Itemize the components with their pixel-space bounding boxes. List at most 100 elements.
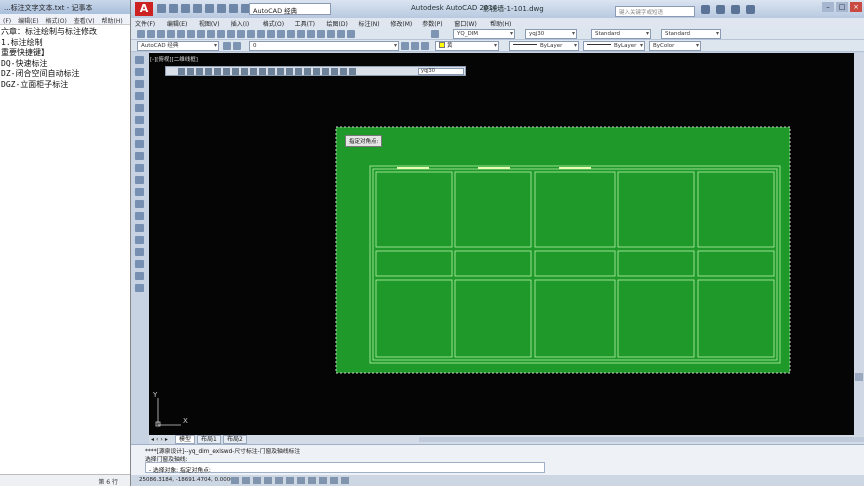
menu-file[interactable]: 文件(F) bbox=[135, 19, 165, 28]
menu-modify[interactable]: 修改(M) bbox=[390, 19, 420, 28]
region-icon[interactable] bbox=[135, 248, 144, 256]
menu-insert[interactable]: 插入(I) bbox=[231, 19, 261, 28]
menu-help[interactable]: 帮助(H) bbox=[490, 19, 511, 28]
ortho-icon[interactable] bbox=[264, 477, 272, 484]
undo-icon[interactable] bbox=[217, 4, 226, 13]
paste-icon[interactable] bbox=[217, 30, 225, 38]
workspace-select[interactable]: AutoCAD 经典 bbox=[249, 3, 331, 15]
copy-icon[interactable] bbox=[207, 30, 215, 38]
cut-icon[interactable] bbox=[197, 30, 205, 38]
ellipse-arc-icon[interactable] bbox=[135, 176, 144, 184]
close-button[interactable]: × bbox=[850, 2, 862, 12]
new-icon[interactable] bbox=[157, 4, 166, 13]
mtext-icon[interactable] bbox=[135, 272, 144, 280]
vertical-scrollbar[interactable] bbox=[854, 53, 864, 435]
layer-manager-icon[interactable] bbox=[233, 42, 241, 50]
lwt-icon[interactable] bbox=[341, 477, 349, 484]
tab-model[interactable]: 模型 bbox=[175, 435, 196, 444]
ellipse-icon[interactable] bbox=[135, 164, 144, 172]
3d-osnap-icon[interactable] bbox=[297, 477, 305, 484]
infer-icon[interactable] bbox=[231, 477, 239, 484]
publish-icon[interactable] bbox=[187, 30, 195, 38]
horizontal-scrollbar[interactable] bbox=[419, 437, 864, 442]
otrack-icon[interactable] bbox=[308, 477, 316, 484]
snap-icon[interactable] bbox=[242, 477, 250, 484]
spline-icon[interactable] bbox=[135, 152, 144, 160]
tablestyle-select[interactable]: Standard bbox=[591, 29, 651, 39]
tab-layout2[interactable]: 布局2 bbox=[223, 435, 247, 444]
tab-layout1[interactable]: 布局1 bbox=[197, 435, 221, 444]
search-icon[interactable] bbox=[701, 5, 710, 14]
plotstyle-select[interactable]: ByColor bbox=[649, 41, 701, 51]
insert-block-icon[interactable] bbox=[135, 188, 144, 196]
workspace-select-2[interactable]: AutoCAD 经典 bbox=[137, 41, 219, 51]
polyline-icon[interactable] bbox=[135, 80, 144, 88]
linetype-select[interactable]: ByLayer bbox=[509, 41, 579, 51]
notepad-menu-file[interactable]: (F) bbox=[3, 18, 11, 24]
save-as-icon[interactable] bbox=[193, 4, 202, 13]
grid-icon[interactable] bbox=[253, 477, 261, 484]
gradient-icon[interactable] bbox=[135, 236, 144, 244]
properties-icon[interactable] bbox=[297, 30, 305, 38]
redo-icon[interactable] bbox=[247, 30, 255, 38]
minimize-button[interactable]: – bbox=[822, 2, 834, 12]
construction-line-icon[interactable] bbox=[135, 68, 144, 76]
add-selected-icon[interactable] bbox=[135, 284, 144, 292]
table-icon[interactable] bbox=[135, 260, 144, 268]
osnap-icon[interactable] bbox=[286, 477, 294, 484]
circle-icon[interactable] bbox=[135, 128, 144, 136]
help-icon[interactable] bbox=[746, 5, 755, 14]
gear-icon[interactable] bbox=[223, 42, 231, 50]
mleaderstyle-select[interactable]: Standard bbox=[661, 29, 721, 39]
menu-window[interactable]: 窗口(W) bbox=[454, 19, 484, 28]
autocad-logo-icon[interactable]: A bbox=[135, 2, 153, 16]
tool-palettes-icon[interactable] bbox=[317, 30, 325, 38]
open-icon[interactable] bbox=[147, 30, 155, 38]
pan-icon[interactable] bbox=[257, 30, 265, 38]
first-tab-icon[interactable]: ◂ bbox=[151, 436, 154, 443]
user-icon[interactable] bbox=[716, 5, 725, 14]
menu-tools[interactable]: 工具(T) bbox=[295, 19, 325, 28]
make-current-icon[interactable] bbox=[401, 42, 409, 50]
layer-select[interactable]: 0 bbox=[249, 41, 399, 51]
dimstyle-select[interactable]: YQ_DIM bbox=[453, 29, 515, 39]
arc-icon[interactable] bbox=[135, 116, 144, 124]
zoom-icon[interactable] bbox=[267, 30, 275, 38]
notepad-menu-help[interactable]: 帮助(H) bbox=[102, 18, 123, 24]
preview-icon[interactable] bbox=[177, 30, 185, 38]
new-icon[interactable] bbox=[137, 30, 145, 38]
polygon-icon[interactable] bbox=[135, 92, 144, 100]
hatch-icon[interactable] bbox=[135, 224, 144, 232]
notepad-text-area[interactable]: 六章：标注绘制与标注修改 1.标注绘制 重要快捷键】 DQ-快速标注 DZ-闭合… bbox=[0, 25, 130, 92]
point-icon[interactable] bbox=[135, 212, 144, 220]
polar-icon[interactable] bbox=[275, 477, 283, 484]
layer-state-icon[interactable] bbox=[421, 42, 429, 50]
notepad-menu-format[interactable]: 格式(O) bbox=[45, 18, 66, 24]
last-tab-icon[interactable]: ▸ bbox=[165, 436, 168, 443]
command-input[interactable]: - 选择对象: 指定对角点: bbox=[145, 462, 545, 474]
open-icon[interactable] bbox=[169, 4, 178, 13]
revcloud-icon[interactable] bbox=[135, 140, 144, 148]
ducs-icon[interactable] bbox=[319, 477, 327, 484]
calculator-icon[interactable] bbox=[347, 30, 355, 38]
dyn-icon[interactable] bbox=[330, 477, 338, 484]
maximize-button[interactable]: □ bbox=[836, 2, 848, 12]
make-block-icon[interactable] bbox=[135, 200, 144, 208]
markup-icon[interactable] bbox=[337, 30, 345, 38]
drawing-area[interactable]: [-][俯视][二维线框] yqj30 指定对角点: Y X bbox=[149, 53, 854, 435]
rectangle-icon[interactable] bbox=[135, 104, 144, 112]
menu-format[interactable]: 格式(O) bbox=[263, 19, 293, 28]
menu-edit[interactable]: 编辑(E) bbox=[167, 19, 197, 28]
design-center-icon[interactable] bbox=[307, 30, 315, 38]
save-icon[interactable] bbox=[157, 30, 165, 38]
search-input[interactable]: 键入关键字或短语 bbox=[615, 6, 695, 17]
line-icon[interactable] bbox=[135, 56, 144, 64]
zoom-window-icon[interactable] bbox=[277, 30, 285, 38]
prev-tab-icon[interactable]: ‹ bbox=[156, 436, 158, 443]
text-style-icon[interactable] bbox=[431, 30, 439, 38]
print-icon[interactable] bbox=[205, 4, 214, 13]
zoom-previous-icon[interactable] bbox=[287, 30, 295, 38]
notepad-menu-edit[interactable]: 编辑(E) bbox=[18, 18, 38, 24]
sheet-set-icon[interactable] bbox=[327, 30, 335, 38]
lineweight-select[interactable]: ByLayer bbox=[583, 41, 645, 51]
